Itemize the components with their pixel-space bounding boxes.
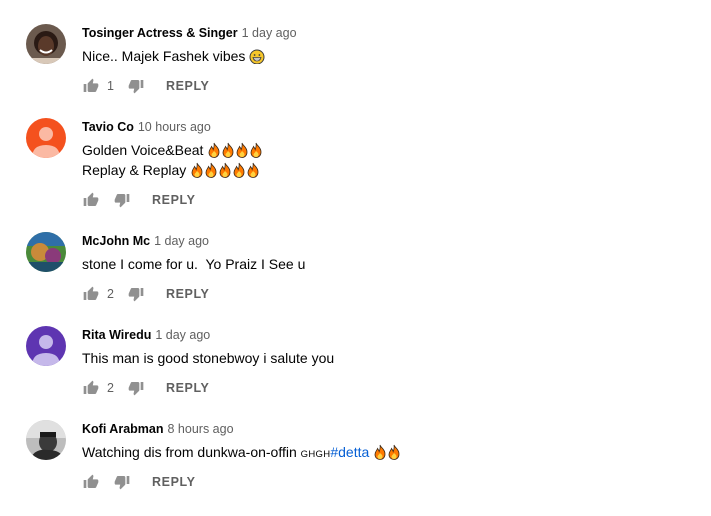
like-count: 2	[107, 381, 114, 395]
dislike-button[interactable]	[113, 473, 131, 491]
comment-text: Watching dis from dunkwa-on-offin GHGH#d…	[82, 442, 711, 465]
timestamp[interactable]: 8 hours ago	[168, 422, 234, 436]
reply-button[interactable]: REPLY	[152, 475, 196, 489]
fire-icon	[222, 142, 234, 158]
comment-actions: REPLY	[82, 472, 196, 492]
thumbs-up-icon	[83, 380, 99, 394]
like-button[interactable]	[82, 77, 100, 95]
comment-text-content: stone I come for u. Yo Praiz I See u	[82, 256, 306, 272]
fire-icon	[236, 142, 248, 158]
thumbs-down-icon	[128, 80, 144, 94]
comment-text-content: This man is good stonebwoy i salute you	[82, 350, 335, 366]
fire-icon	[247, 162, 259, 178]
fire-emoji-group	[373, 444, 401, 460]
avatar[interactable]	[26, 512, 66, 516]
fire-icon	[233, 162, 245, 178]
fire-icon	[191, 162, 203, 178]
like-button[interactable]	[82, 191, 100, 209]
thumbs-down-icon	[128, 382, 144, 396]
avatar[interactable]	[26, 24, 66, 64]
comment-text: Golden Voice&Beat	[82, 140, 711, 160]
like-button[interactable]	[82, 379, 100, 397]
comment-text: This man is good stonebwoy i salute you	[82, 348, 711, 368]
author-name[interactable]: Tosinger Actress & Singer	[82, 26, 238, 40]
thumbs-down-icon	[114, 194, 130, 208]
fire-emoji-group	[186, 162, 260, 178]
fire-icon	[205, 162, 217, 178]
timestamp[interactable]: 1 day ago	[154, 234, 209, 248]
dislike-button[interactable]	[113, 191, 131, 209]
like-count: 1	[107, 79, 114, 93]
avatar[interactable]	[26, 420, 66, 460]
hashtag-link[interactable]: #detta	[330, 444, 369, 460]
timestamp[interactable]: 1 day ago	[242, 26, 297, 40]
dislike-button[interactable]	[127, 379, 145, 397]
grinning-face-icon	[249, 49, 265, 64]
comment-text-content: Nice.. Majek Fashek vibes	[82, 48, 246, 64]
thumbs-up-icon	[83, 192, 99, 206]
timestamp[interactable]: 10 hours ago	[138, 120, 211, 134]
comment-text-content: Golden Voice&Beat	[82, 142, 204, 158]
comment-text-content: Watching dis from dunkwa-on-offin	[82, 444, 301, 460]
like-count: 2	[107, 287, 114, 301]
avatar[interactable]	[26, 232, 66, 272]
author-name[interactable]: Kofi Arabman	[82, 422, 164, 436]
comment-header: Tosinger Actress & Singer 1 day ago	[82, 24, 711, 42]
thumbs-up-icon	[83, 78, 99, 92]
comment-header: Kofi Arabman 8 hours ago	[82, 420, 711, 438]
comment-text: Replay & Replay	[82, 160, 711, 180]
comment-text: Nice.. Majek Fashek vibes	[82, 46, 711, 66]
fire-icon	[219, 162, 231, 178]
author-name[interactable]: McJohn Mc	[82, 234, 150, 248]
dislike-button[interactable]	[127, 285, 145, 303]
thumbs-up-icon	[83, 474, 99, 488]
comment-actions: 1 REPLY	[82, 76, 209, 96]
fire-emoji-group	[203, 142, 263, 158]
reply-button[interactable]: REPLY	[152, 193, 196, 207]
comment-header: Tavio Co 10 hours ago	[82, 118, 711, 136]
thumbs-down-icon	[128, 288, 144, 302]
like-button[interactable]	[82, 285, 100, 303]
reply-button[interactable]: REPLY	[166, 381, 210, 395]
avatar[interactable]	[26, 118, 66, 158]
avatar[interactable]	[26, 326, 66, 366]
reply-button[interactable]: REPLY	[166, 287, 210, 301]
comment-actions: REPLY	[82, 190, 196, 210]
dislike-button[interactable]	[127, 77, 145, 95]
author-name[interactable]: Tavio Co	[82, 120, 134, 134]
thumbs-down-icon	[114, 476, 130, 490]
fire-icon	[208, 142, 220, 158]
fire-icon	[388, 444, 400, 460]
thumbs-up-icon	[83, 286, 99, 300]
like-button[interactable]	[82, 473, 100, 491]
comment-actions: 2 REPLY	[82, 378, 209, 398]
comment-header: Rita Wiredu 1 day ago	[82, 326, 711, 344]
author-name[interactable]: Rita Wiredu	[82, 328, 151, 342]
fire-icon	[250, 142, 262, 158]
fire-icon	[374, 444, 386, 460]
comment-text: stone I come for u. Yo Praiz I See u	[82, 254, 711, 274]
timestamp[interactable]: 1 day ago	[155, 328, 210, 342]
comment-small-text: GHGH	[300, 449, 331, 460]
reply-button[interactable]: REPLY	[166, 79, 210, 93]
comment-actions: 2 REPLY	[82, 284, 209, 304]
comment-header: McJohn Mc 1 day ago	[82, 232, 711, 250]
comment-text-content: Replay & Replay	[82, 162, 187, 178]
